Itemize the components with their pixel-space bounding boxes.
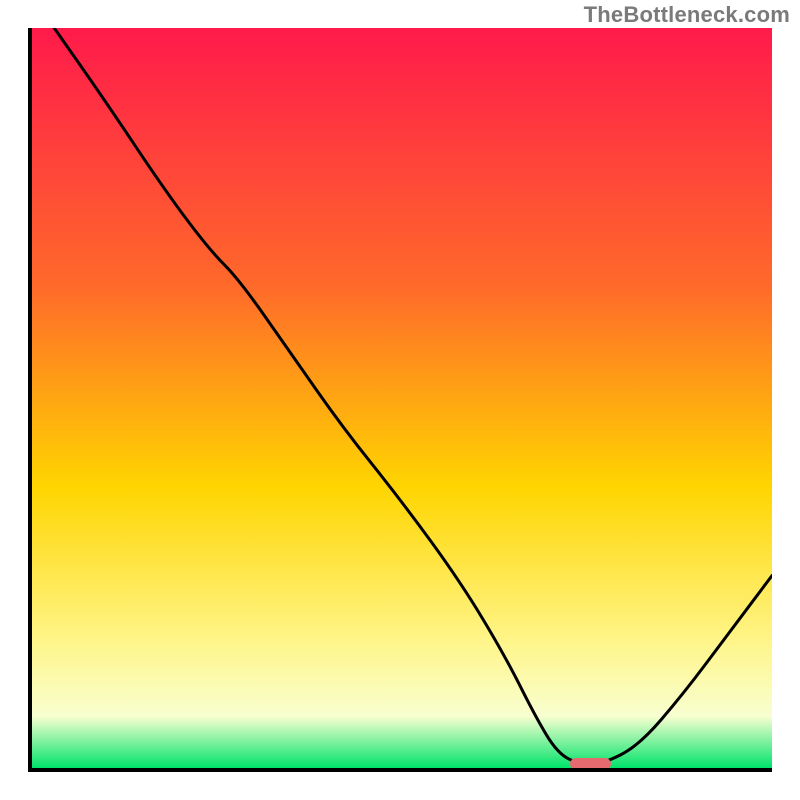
plot-svg [32, 28, 772, 768]
plot-area [32, 28, 772, 768]
attribution-text: TheBottleneck.com [584, 2, 790, 28]
optimal-marker [570, 758, 611, 768]
gradient-background [32, 28, 772, 768]
chart-container: TheBottleneck.com [0, 0, 800, 800]
